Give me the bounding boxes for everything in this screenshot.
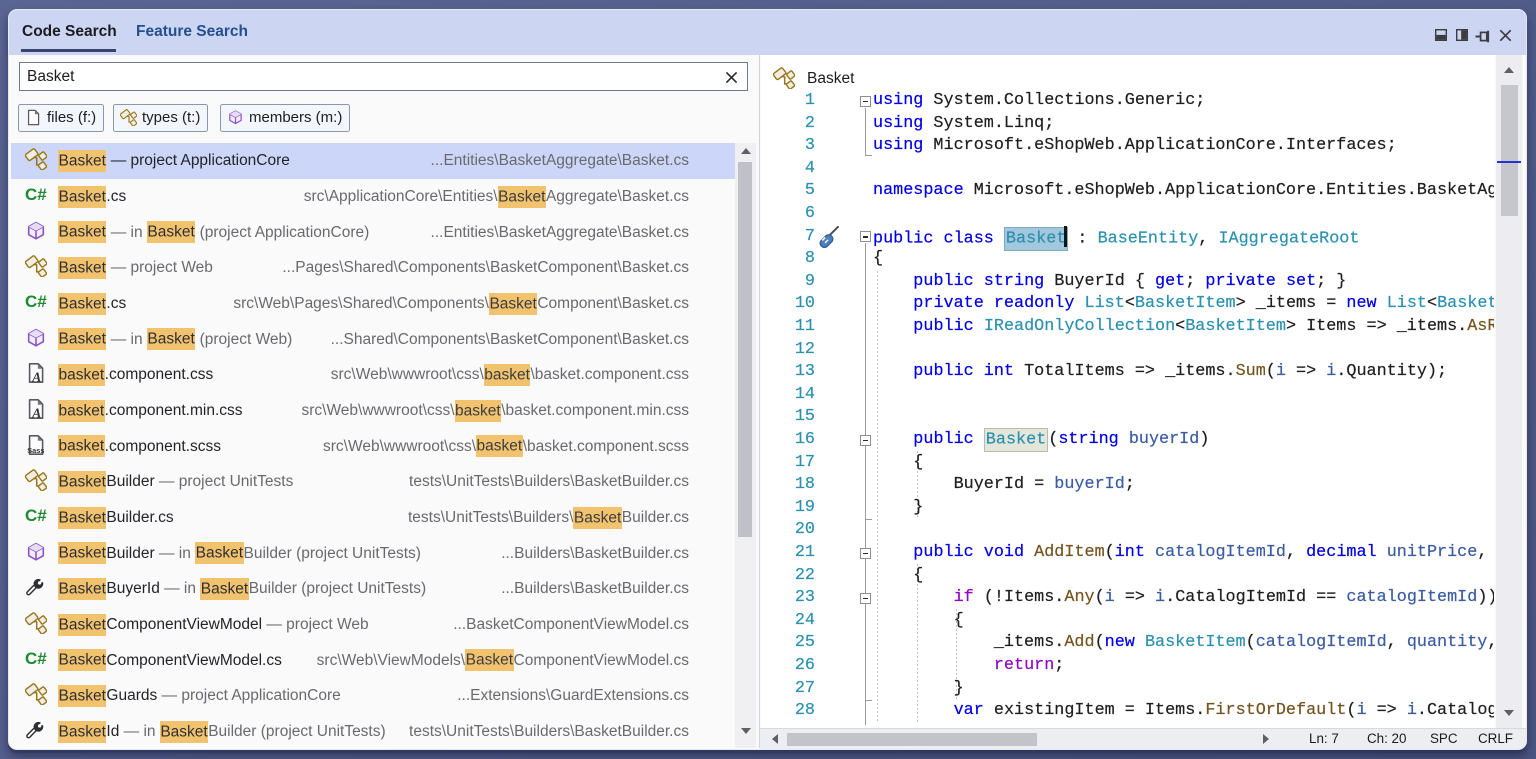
svg-text:Sass: Sass xyxy=(27,446,44,455)
svg-text:A: A xyxy=(31,370,41,385)
svg-text:C#: C# xyxy=(25,185,47,204)
svg-text:C#: C# xyxy=(25,292,47,311)
svg-text:C#: C# xyxy=(25,506,47,525)
svg-text:A: A xyxy=(31,406,41,421)
svg-text:C#: C# xyxy=(25,649,47,668)
